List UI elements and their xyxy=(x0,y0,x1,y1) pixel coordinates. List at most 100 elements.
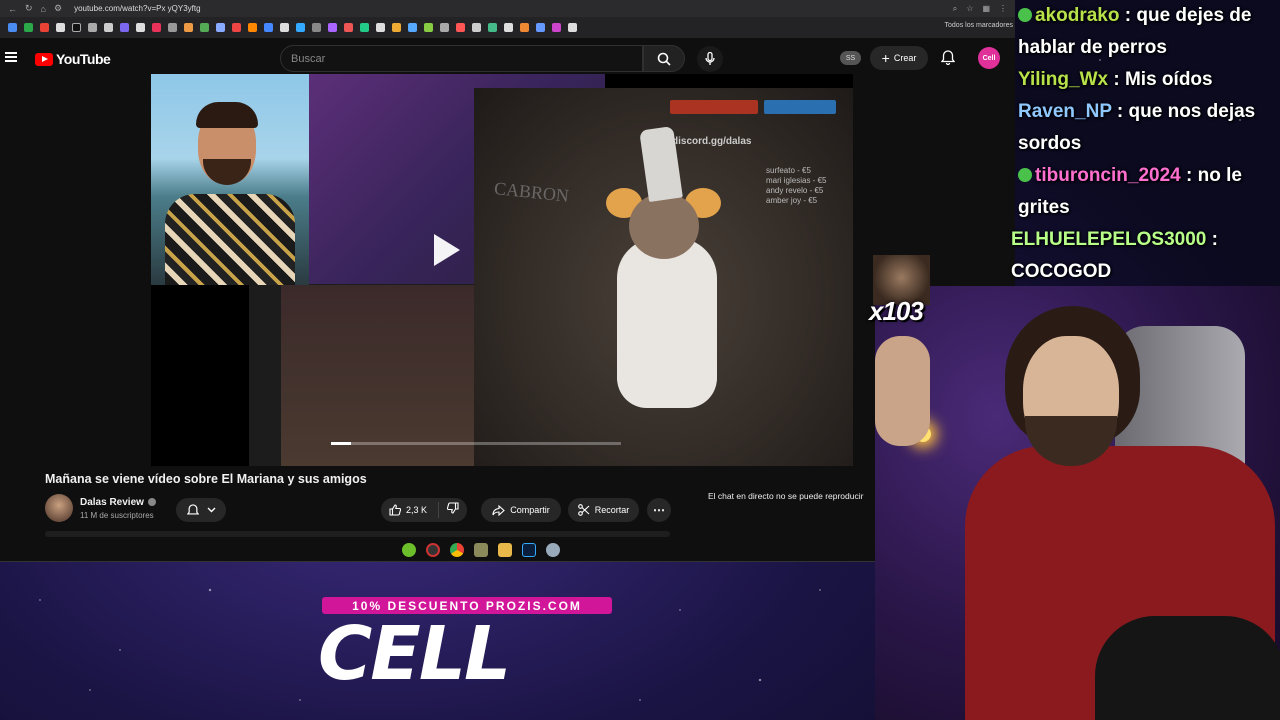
bookmark-icon[interactable] xyxy=(152,23,161,32)
chat-user: ELHUELEPELOS3000 xyxy=(1011,229,1207,250)
bookmark-icon[interactable] xyxy=(88,23,97,32)
photoshop-icon[interactable] xyxy=(522,543,536,557)
create-label: Crear xyxy=(893,53,917,63)
obs-icon[interactable] xyxy=(426,543,440,557)
chat-line: Raven_NP : que nos dejas xyxy=(1018,96,1280,128)
bookmark-icon[interactable] xyxy=(440,23,449,32)
bookmark-icon[interactable] xyxy=(344,23,353,32)
url-text[interactable]: youtube.com/watch?v=Px yQY3yftg xyxy=(74,4,201,13)
badge-icon xyxy=(1018,8,1032,22)
folder-icon[interactable] xyxy=(498,543,512,557)
progress-bar[interactable] xyxy=(331,442,621,445)
chat-msg: : que dejes de xyxy=(1119,5,1252,26)
bookmark-icon[interactable] xyxy=(264,23,273,32)
like-button[interactable]: 2,3 K xyxy=(381,502,439,518)
browser-action-icons: ⌕ ☆ ▦ ⋮ xyxy=(953,4,1015,14)
channel-avatar[interactable] xyxy=(45,494,73,522)
channel-name[interactable]: Dalas Review xyxy=(80,497,156,508)
taskbar xyxy=(390,540,585,560)
chat-user: Yiling_Wx xyxy=(1018,69,1109,90)
app-icon[interactable] xyxy=(546,543,560,557)
notifications-button[interactable] xyxy=(940,50,956,70)
account-badge[interactable]: SS xyxy=(840,51,861,65)
bookmark-icon[interactable] xyxy=(408,23,417,32)
chat-line: sordos xyxy=(1018,128,1280,160)
bookmark-icon[interactable] xyxy=(472,23,481,32)
create-button[interactable]: + Crear xyxy=(870,46,928,70)
bookmark-icon[interactable] xyxy=(232,23,241,32)
donor-line: andy revelo - €5 xyxy=(766,186,824,195)
clip-button[interactable]: Recortar xyxy=(568,498,639,522)
search-icon[interactable]: ⌕ xyxy=(953,4,957,14)
user-avatar[interactable]: Cell xyxy=(978,47,1000,69)
video-frame-vest xyxy=(281,285,475,466)
bookmark-icon[interactable] xyxy=(216,23,225,32)
promo-logo-text: CELL xyxy=(318,611,511,697)
video-player[interactable]: CABRON discord.gg/dalas surfeato - €5 ma… xyxy=(151,74,853,466)
emote-counter: x103 xyxy=(869,296,924,326)
play-icon[interactable] xyxy=(434,234,460,266)
bookmark-icon[interactable] xyxy=(360,23,369,32)
search-button[interactable] xyxy=(643,45,685,72)
bookmark-icon[interactable] xyxy=(72,23,81,32)
bookmark-icon[interactable] xyxy=(568,23,577,32)
bookmark-icon[interactable] xyxy=(184,23,193,32)
twitter-social-box xyxy=(764,100,836,114)
reload-icon[interactable]: ↻ xyxy=(25,3,33,14)
dislike-button[interactable] xyxy=(439,501,459,519)
bookmark-icon[interactable] xyxy=(56,23,65,32)
share-button[interactable]: Compartir xyxy=(481,498,561,522)
bookmark-icon[interactable] xyxy=(136,23,145,32)
voice-search-button[interactable] xyxy=(697,46,723,72)
bookmark-icon[interactable] xyxy=(552,23,561,32)
star-icon[interactable]: ☆ xyxy=(966,4,973,14)
back-icon[interactable]: ← xyxy=(8,4,17,14)
bookmark-icon[interactable] xyxy=(24,23,33,32)
chevron-down-icon xyxy=(207,507,215,513)
more-actions-button[interactable]: ⋯ xyxy=(647,498,671,522)
chat-msg: grites xyxy=(1018,197,1070,218)
bookmark-icon[interactable] xyxy=(248,23,257,32)
bookmark-icon[interactable] xyxy=(504,23,513,32)
bookmark-icon[interactable] xyxy=(296,23,305,32)
chat-line: grites xyxy=(1018,192,1280,224)
bookmark-icon[interactable] xyxy=(120,23,129,32)
all-bookmarks-link[interactable]: Todos los marcadores xyxy=(945,22,1013,29)
home-icon[interactable]: ⌂ xyxy=(41,4,46,14)
extensions-icon[interactable]: ▦ xyxy=(982,4,990,14)
description-box[interactable] xyxy=(45,531,670,537)
bookmark-icon[interactable] xyxy=(40,23,49,32)
bookmark-icon[interactable] xyxy=(200,23,209,32)
bookmark-icon[interactable] xyxy=(520,23,529,32)
bookmark-icon[interactable] xyxy=(104,23,113,32)
bookmark-icon[interactable] xyxy=(424,23,433,32)
chat-msg: : Mis oídos xyxy=(1108,69,1213,90)
plus-icon: + xyxy=(881,50,890,66)
hair-shape xyxy=(196,102,258,128)
chat-line: hablar de perros xyxy=(1018,32,1280,64)
app-icon[interactable] xyxy=(474,543,488,557)
bookmark-icon[interactable] xyxy=(456,23,465,32)
chrome-icon[interactable] xyxy=(450,543,464,557)
like-dislike-group: 2,3 K xyxy=(381,498,467,522)
bookmark-icon[interactable] xyxy=(392,23,401,32)
stream-chat-overlay: akodrako : que dejes de hablar de perros… xyxy=(1011,0,1280,290)
subscription-bell-button[interactable] xyxy=(176,498,226,522)
chat-msg: sordos xyxy=(1018,133,1082,154)
bookmark-icon[interactable] xyxy=(168,23,177,32)
bookmark-icon[interactable] xyxy=(376,23,385,32)
bookmark-icon[interactable] xyxy=(488,23,497,32)
bookmark-icon[interactable] xyxy=(312,23,321,32)
bookmark-icon[interactable] xyxy=(328,23,337,32)
site-info-icon[interactable]: ⚙ xyxy=(54,3,62,14)
chat-msg: : xyxy=(1206,229,1218,250)
youtube-logo[interactable]: YouTube xyxy=(35,51,111,67)
menu-icon[interactable]: ⋮ xyxy=(999,4,1007,14)
bookmark-icon[interactable] xyxy=(8,23,17,32)
bell-icon xyxy=(940,50,956,66)
menu-icon[interactable] xyxy=(5,52,17,62)
search-input[interactable] xyxy=(281,46,642,72)
app-icon[interactable] xyxy=(402,543,416,557)
bookmark-icon[interactable] xyxy=(280,23,289,32)
bookmark-icon[interactable] xyxy=(536,23,545,32)
